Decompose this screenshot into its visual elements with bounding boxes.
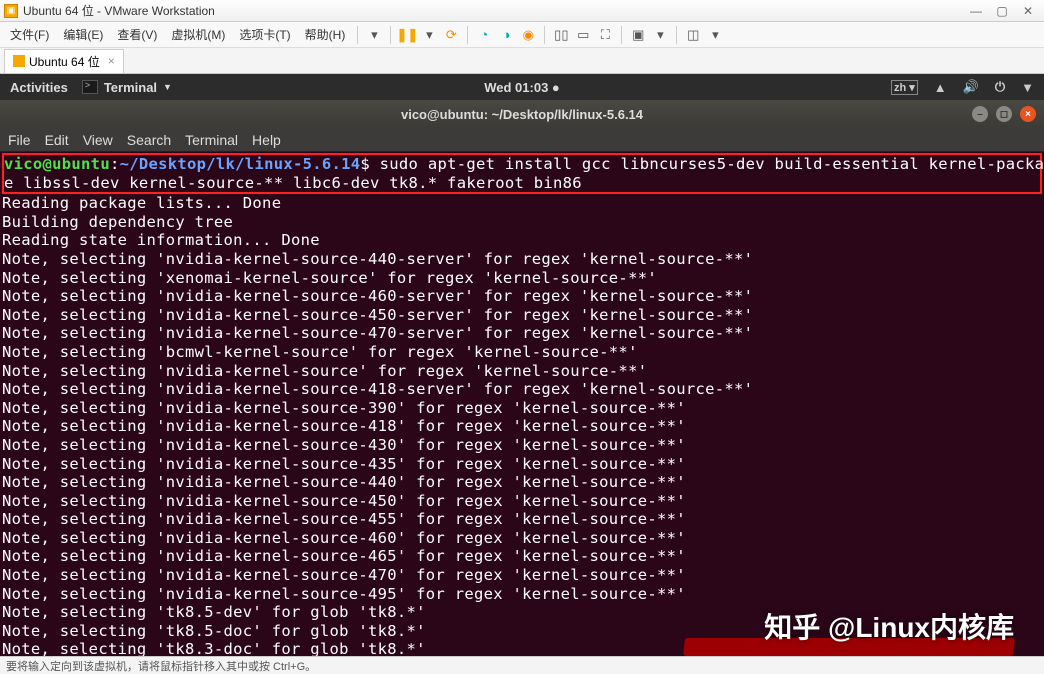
tab-vm-icon: [13, 55, 25, 67]
tool-icon-1[interactable]: ◔: [474, 25, 494, 45]
term-menu-help[interactable]: Help: [252, 132, 281, 148]
app-menu[interactable]: Terminal ▼: [82, 80, 172, 95]
terminal-minimize-button[interactable]: –: [972, 106, 988, 122]
vm-tab[interactable]: Ubuntu 64 位 ×: [4, 49, 124, 73]
menu-tabs[interactable]: 选项卡(T): [233, 24, 296, 45]
power-icon[interactable]: ⏻: [995, 79, 1005, 95]
toolbar-dropdown3-icon[interactable]: ▾: [650, 25, 670, 45]
network-icon[interactable]: ▲: [934, 80, 947, 95]
term-menu-file[interactable]: File: [8, 132, 31, 148]
vmware-menubar: 文件(F) 编辑(E) 查看(V) 虚拟机(M) 选项卡(T) 帮助(H) ▾ …: [0, 22, 1044, 48]
window-maximize-button[interactable]: ▢: [990, 4, 1014, 18]
menu-view[interactable]: 查看(V): [111, 24, 163, 45]
gnome-topbar: Activities Terminal ▼ Wed 01:03 ● zh ▾ ▲…: [0, 74, 1044, 100]
vmware-titlebar: ▣ Ubuntu 64 位 - VMware Workstation — ▢ ✕: [0, 0, 1044, 22]
window-close-button[interactable]: ✕: [1016, 4, 1040, 18]
terminal-output: Reading package lists... DoneBuilding de…: [2, 194, 1042, 662]
term-menu-view[interactable]: View: [83, 132, 113, 148]
terminal-maximize-button[interactable]: ◻: [996, 106, 1012, 122]
command-line: vico@ubuntu:~/Desktop/lk/linux-5.6.14$ s…: [4, 155, 1040, 192]
tool-icon-3[interactable]: ◉: [518, 25, 538, 45]
terminal-app-icon: [82, 80, 98, 94]
layout-icon-2[interactable]: ▭: [573, 25, 593, 45]
system-dropdown-icon[interactable]: ▼: [1021, 80, 1034, 95]
pause-icon[interactable]: ❚❚: [397, 25, 417, 45]
terminal-body[interactable]: vico@ubuntu:~/Desktop/lk/linux-5.6.14$ s…: [0, 152, 1044, 662]
tool-icon-2[interactable]: ◑: [496, 25, 516, 45]
terminal-title: vico@ubuntu: ~/Desktop/lk/linux-5.6.14: [401, 107, 643, 122]
app-menu-label: Terminal: [104, 80, 157, 95]
snapshot-icon[interactable]: ⟳: [441, 25, 461, 45]
tab-close-icon[interactable]: ×: [108, 54, 115, 68]
toolbar-dropdown-icon[interactable]: ▾: [364, 25, 384, 45]
vmware-title: Ubuntu 64 位 - VMware Workstation: [23, 2, 964, 19]
status-text: 要将输入定向到该虚拟机，请将鼠标指针移入其中或按 Ctrl+G。: [6, 658, 316, 674]
terminal-close-button[interactable]: ×: [1020, 106, 1036, 122]
vmware-statusbar: 要将输入定向到该虚拟机，请将鼠标指针移入其中或按 Ctrl+G。: [0, 656, 1044, 674]
menu-help[interactable]: 帮助(H): [299, 24, 352, 45]
vmware-icon: ▣: [4, 4, 18, 18]
terminal-titlebar: vico@ubuntu: ~/Desktop/lk/linux-5.6.14 –…: [0, 100, 1044, 128]
chevron-down-icon: ▼: [163, 82, 172, 92]
menu-edit[interactable]: 编辑(E): [57, 24, 109, 45]
layout-icon-1[interactable]: ▯▯: [551, 25, 571, 45]
unity-icon[interactable]: ◫: [683, 25, 703, 45]
vmware-tabbar: Ubuntu 64 位 ×: [0, 48, 1044, 74]
menu-file[interactable]: 文件(F): [4, 24, 55, 45]
menu-vm[interactable]: 虚拟机(M): [165, 24, 231, 45]
volume-icon[interactable]: 🔊: [963, 79, 979, 95]
toolbar-dropdown4-icon[interactable]: ▾: [705, 25, 725, 45]
toolbar-dropdown2-icon[interactable]: ▾: [419, 25, 439, 45]
term-menu-terminal[interactable]: Terminal: [185, 132, 238, 148]
layout-icon-3[interactable]: ⛶: [595, 25, 615, 45]
tab-label: Ubuntu 64 位: [29, 53, 100, 70]
window-minimize-button[interactable]: —: [964, 4, 988, 18]
term-menu-edit[interactable]: Edit: [45, 132, 69, 148]
clock[interactable]: Wed 01:03 ●: [484, 80, 560, 95]
term-menu-search[interactable]: Search: [127, 132, 171, 148]
activities-button[interactable]: Activities: [10, 80, 68, 95]
highlighted-command: vico@ubuntu:~/Desktop/lk/linux-5.6.14$ s…: [2, 153, 1042, 194]
ime-icon[interactable]: zh ▾: [891, 80, 918, 95]
fullscreen-icon[interactable]: ▣: [628, 25, 648, 45]
terminal-menubar: File Edit View Search Terminal Help: [0, 128, 1044, 152]
